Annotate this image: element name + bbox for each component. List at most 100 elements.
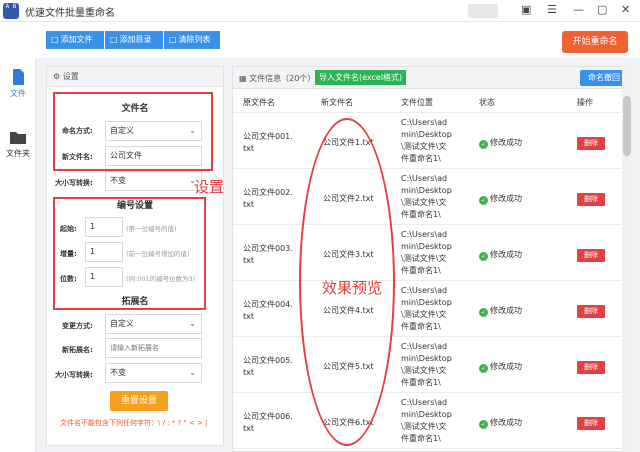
clear-list-button[interactable]: □ 清除列表 <box>164 31 220 49</box>
check-icon: ✓ <box>479 420 488 429</box>
file-info: ▦ 文件信息（20个） <box>239 73 315 84</box>
cell-original: 公司文件006. txt <box>243 412 293 433</box>
cell-status: ✓ 修改成功 <box>479 137 522 149</box>
start-rename-button[interactable]: 开始重命名 <box>562 31 628 53</box>
case-value: 不变 <box>110 176 126 185</box>
undo-rename-button[interactable]: 命名撤回 <box>580 70 628 86</box>
left-nav: 文件 文件夹 <box>0 58 36 452</box>
app-title: 优速文件批量重命名 <box>25 8 115 19</box>
add-dir-label: 添加目录 <box>119 35 152 44</box>
table-header: 原文件名 新文件名 文件位置 状态 操作 <box>233 89 633 113</box>
clear-list-label: 清除列表 <box>178 35 211 44</box>
folder-icon: □ <box>110 35 118 44</box>
col-original: 原文件名 <box>243 98 275 107</box>
settings-header: ⚙ 设置 <box>47 67 223 87</box>
col-location: 文件位置 <box>401 98 433 107</box>
settings-header-label: 设置 <box>62 72 79 81</box>
ext-case-select[interactable]: 不变 ⌄ <box>105 363 202 383</box>
table-row: 公司文件005. txt 公司文件5.txt C:\Users\ad min\Des… <box>233 337 623 393</box>
cell-status: ✓ 修改成功 <box>479 305 522 317</box>
status-text: 修改成功 <box>490 250 522 259</box>
delete-button[interactable]: 删除 <box>577 417 605 430</box>
import-excel-button[interactable]: 导入文件名(excel格式) <box>315 70 407 85</box>
table-row: 公司文件001. txt 公司文件1.txt C:\Users\ad min\Des… <box>233 113 623 169</box>
app-logo: A B <box>3 3 19 19</box>
status-text: 修改成功 <box>490 418 522 427</box>
delete-button[interactable]: 删除 <box>577 249 605 262</box>
add-dir-button[interactable]: □ 添加目录 <box>105 31 163 49</box>
status-text: 修改成功 <box>490 138 522 147</box>
nav-file[interactable]: 文件 <box>0 68 36 99</box>
file-list-header: ▦ 文件信息（20个） 导入文件名(excel格式) 命名撤回 <box>233 67 633 89</box>
check-icon: ✓ <box>479 364 488 373</box>
add-file-label: 添加文件 <box>60 35 93 44</box>
ext-mode-label: 变更方式: <box>62 322 93 330</box>
add-file-button[interactable]: □ 添加文件 <box>46 31 104 49</box>
status-text: 修改成功 <box>490 194 522 203</box>
delete-button[interactable]: 删除 <box>577 361 605 374</box>
shirt-icon[interactable]: ▣ <box>521 3 531 16</box>
file-list-panel: ▦ 文件信息（20个） 导入文件名(excel格式) 命名撤回 原文件名 新文件… <box>232 66 633 452</box>
annotation-box-numbering <box>53 197 206 310</box>
ext-mode-select[interactable]: 自定义 ⌄ <box>105 314 202 334</box>
badge-icon[interactable] <box>468 4 498 18</box>
delete-button[interactable]: 删除 <box>577 193 605 206</box>
file-nav-icon <box>13 69 24 85</box>
cell-status: ✓ 修改成功 <box>479 361 522 373</box>
folder-nav-icon <box>10 132 26 144</box>
annotation-preview-label: 效果预览 <box>322 279 383 297</box>
cell-location: C:\Users\ad min\Desktop \测试文件\文 件重命名1\ <box>401 342 452 387</box>
cell-location: C:\Users\ad min\Desktop \测试文件\文 件重命名1\ <box>401 118 452 163</box>
menu-icon[interactable]: ☰ <box>547 3 557 16</box>
file-info-label: 文件信息（20个） <box>249 74 316 83</box>
cell-location: C:\Users\ad min\Desktop \测试文件\文 件重命名1\ <box>401 398 452 443</box>
trash-icon: □ <box>169 35 177 44</box>
status-text: 修改成功 <box>490 306 522 315</box>
delete-button[interactable]: 删除 <box>577 305 605 318</box>
list-icon: ▦ <box>239 74 247 83</box>
check-icon: ✓ <box>479 140 488 149</box>
chevron-down-icon: ⌄ <box>189 368 196 377</box>
close-icon[interactable]: ✕ <box>621 3 630 16</box>
cell-original: 公司文件005. txt <box>243 356 293 377</box>
chevron-down-icon: ⌄ <box>189 319 196 328</box>
annotation-settings-label: 设置 <box>194 178 225 196</box>
ext-case-value: 不变 <box>110 368 126 377</box>
cell-status: ✓ 修改成功 <box>479 417 522 429</box>
check-icon: ✓ <box>479 196 488 205</box>
cell-original: 公司文件003. txt <box>243 244 293 265</box>
cell-original: 公司文件004. txt <box>243 300 293 321</box>
cell-status: ✓ 修改成功 <box>479 249 522 261</box>
file-icon: □ <box>51 35 59 44</box>
delete-button[interactable]: 删除 <box>577 137 605 150</box>
table-row: 公司文件006. txt 公司文件6.txt C:\Users\ad min\Des… <box>233 393 623 449</box>
annotation-box-filename <box>53 92 213 171</box>
table-row: 公司文件004. txt 公司文件4.txt C:\Users\ad min\Des… <box>233 281 623 337</box>
col-new: 新文件名 <box>321 98 353 107</box>
col-action: 操作 <box>577 98 593 107</box>
nav-folder[interactable]: 文件夹 <box>0 128 36 159</box>
ext-mode-value: 自定义 <box>110 319 134 328</box>
reset-settings-button[interactable]: 重置设置 <box>110 391 168 411</box>
gear-icon: ⚙ <box>53 72 61 81</box>
cell-original: 公司文件002. txt <box>243 188 293 209</box>
table-row: 公司文件002. txt 公司文件2.txt C:\Users\ad min\Des… <box>233 169 623 225</box>
cell-status: ✓ 修改成功 <box>479 193 522 205</box>
cell-location: C:\Users\ad min\Desktop \测试文件\文 件重命名1\ <box>401 174 452 219</box>
nav-file-label: 文件 <box>10 89 26 98</box>
ext-case-label: 大小写转换: <box>55 371 93 379</box>
case-label: 大小写转换: <box>55 179 93 187</box>
check-icon: ✓ <box>479 308 488 317</box>
check-icon: ✓ <box>479 252 488 261</box>
status-text: 修改成功 <box>490 362 522 371</box>
scrollbar[interactable] <box>622 66 632 452</box>
scrollbar-thumb[interactable] <box>623 96 631 156</box>
new-ext-input[interactable] <box>105 338 202 358</box>
maximize-icon[interactable]: ▢ <box>597 3 607 16</box>
col-status: 状态 <box>479 98 495 107</box>
new-ext-label: 新拓展名: <box>62 346 93 354</box>
case-select[interactable]: 不变 ⌄ <box>105 171 202 191</box>
cell-location: C:\Users\ad min\Desktop \测试文件\文 件重命名1\ <box>401 230 452 275</box>
table-row: 公司文件003. txt 公司文件3.txt C:\Users\ad min\Des… <box>233 225 623 281</box>
minimize-icon[interactable]: — <box>573 3 584 16</box>
